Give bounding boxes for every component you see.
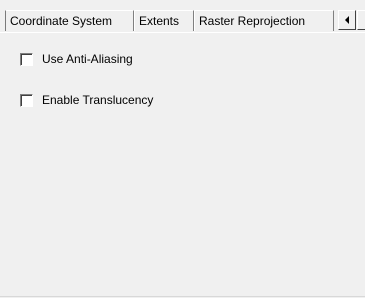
- use-anti-aliasing-option[interactable]: Use Anti-Aliasing: [20, 51, 133, 67]
- tab-extents[interactable]: Extents: [134, 10, 194, 31]
- triangle-left-icon: [345, 16, 349, 24]
- enable-translucency-option[interactable]: Enable Translucency: [20, 92, 153, 108]
- use-anti-aliasing-label: Use Anti-Aliasing: [42, 52, 133, 66]
- use-anti-aliasing-checkbox[interactable]: [20, 52, 33, 66]
- tab-strip: Coordinate System Extents Raster Reproje…: [0, 8, 365, 34]
- enable-translucency-checkbox[interactable]: [20, 93, 33, 107]
- tab-scroll-buttons: [338, 10, 365, 31]
- tab-panel: Use Anti-Aliasing Enable Translucency: [0, 33, 365, 298]
- tab-coordinate-system[interactable]: Coordinate System: [5, 10, 134, 31]
- enable-translucency-label: Enable Translucency: [42, 93, 154, 107]
- tab-scroll-right-button[interactable]: [357, 10, 365, 30]
- panel-bottom-edge: [0, 296, 365, 297]
- tab-raster-reprojection[interactable]: Raster Reprojection: [194, 10, 334, 31]
- tab-scroll-left-button[interactable]: [338, 10, 356, 30]
